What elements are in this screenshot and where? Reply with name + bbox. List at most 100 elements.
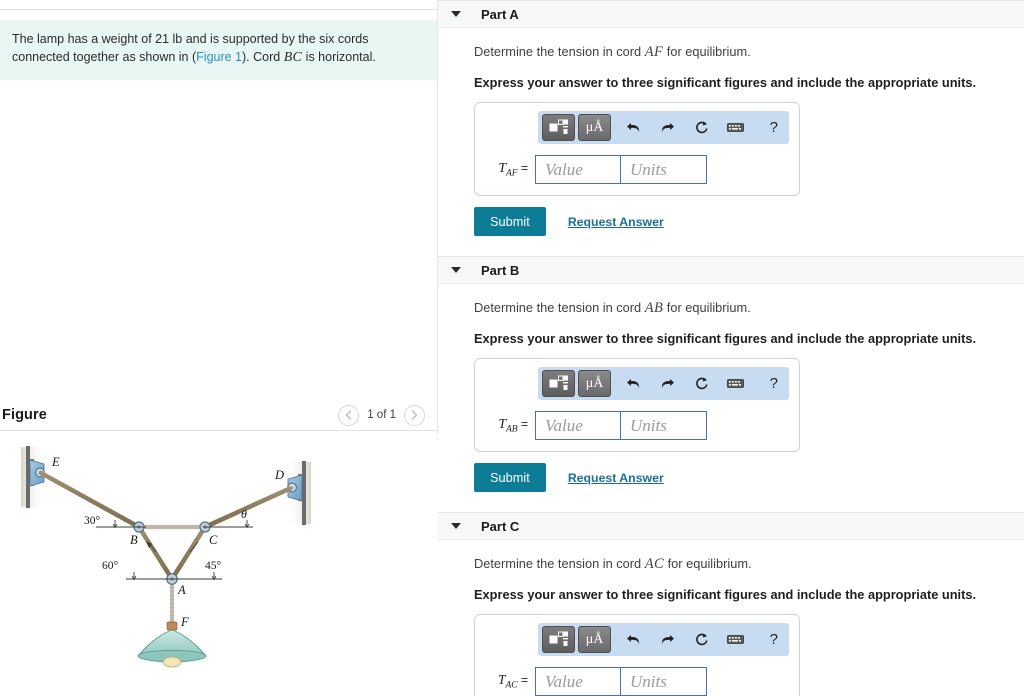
chevron-right-icon	[411, 410, 418, 420]
problem-text-part3: is horizontal.	[302, 50, 376, 65]
reset-glyph	[696, 377, 708, 390]
part-a-body: Determine the tension in cord AF for equ…	[438, 28, 1024, 236]
redo-glyph	[661, 635, 674, 644]
symbol-subscript: AF	[506, 168, 518, 179]
part-a-label: Part A	[481, 6, 519, 22]
part-b-value-input[interactable]: Value	[535, 411, 621, 440]
problem-text-part2: ). Cord	[242, 50, 284, 65]
figure-label-C: C	[209, 533, 218, 547]
part-a-request-answer-link[interactable]: Request Answer	[568, 215, 664, 229]
undo-icon[interactable]	[619, 626, 648, 653]
part-c-math-toolbar: μÅ ?	[538, 623, 789, 656]
part-b-submit-button[interactable]: Submit	[474, 463, 546, 492]
part-b-request-answer-link[interactable]: Request Answer	[568, 471, 664, 485]
prompt-suffix: for equilibrium.	[664, 556, 752, 571]
undo-icon[interactable]	[619, 370, 648, 397]
figure-angle-45: 45°	[205, 560, 222, 572]
symbol-subscript: AC	[505, 680, 518, 691]
keyboard-icon[interactable]	[721, 114, 750, 141]
part-b-answer-row: TAB = Value Units	[485, 411, 789, 440]
undo-glyph	[627, 379, 640, 388]
help-icon[interactable]: ?	[770, 119, 780, 136]
cord-bc-variable: BC	[283, 50, 303, 66]
math-template-icon[interactable]	[542, 370, 575, 397]
figure-prev-button[interactable]	[338, 404, 360, 426]
chevron-left-icon	[346, 410, 352, 420]
figure-label-F: F	[180, 615, 189, 629]
figure-page-indicator: 1 of 1	[367, 409, 396, 421]
template-glyph	[549, 375, 568, 390]
help-icon[interactable]: ?	[770, 631, 780, 648]
part-c-answer-box: μÅ ? TAC = Value Units	[474, 614, 800, 696]
part-b-cord-variable: AB	[644, 300, 664, 316]
figure-nav: 1 of 1	[338, 404, 425, 426]
part-block-b: Part B Determine the tension in cord AB …	[438, 256, 1024, 492]
help-icon[interactable]: ?	[770, 375, 780, 392]
figure-next-button[interactable]	[404, 404, 425, 426]
part-a-submit-button[interactable]: Submit	[474, 207, 546, 236]
part-b-units-input[interactable]: Units	[621, 411, 707, 440]
undo-glyph	[627, 123, 640, 132]
part-a-header[interactable]: Part A	[438, 0, 1024, 28]
part-c-answer-label: TAC =	[485, 672, 535, 691]
figure-image[interactable]: E D B C A F θ 30° 60° 45°	[0, 434, 438, 696]
part-a-submit-row: Submit Request Answer	[474, 207, 1024, 236]
figure-angle-60: 60°	[102, 560, 119, 572]
part-a-prompt: Determine the tension in cord AF for equ…	[474, 44, 1024, 61]
keyboard-icon[interactable]	[721, 370, 750, 397]
part-a-math-toolbar: μÅ ?	[538, 111, 789, 144]
math-template-icon[interactable]	[542, 114, 575, 141]
reset-icon[interactable]	[687, 114, 716, 141]
part-b-answer-label: TAB =	[485, 416, 535, 435]
figure-title: Figure	[2, 407, 47, 423]
figure-1-link[interactable]: Figure 1	[196, 50, 242, 64]
redo-icon[interactable]	[653, 626, 682, 653]
part-b-header[interactable]: Part B	[438, 256, 1024, 284]
part-b-submit-row: Submit Request Answer	[474, 463, 1024, 492]
part-b-prompt: Determine the tension in cord AB for equ…	[474, 300, 1024, 317]
symbol-subscript: AB	[506, 424, 518, 435]
figure-divider	[0, 430, 437, 431]
part-b-instruction: Express your answer to three significant…	[474, 331, 977, 346]
figure-label-theta: θ	[241, 507, 247, 521]
part-c-value-input[interactable]: Value	[535, 667, 621, 696]
redo-icon[interactable]	[653, 370, 682, 397]
chevron-down-icon[interactable]	[451, 523, 461, 529]
equals-sign: =	[520, 417, 528, 432]
part-a-answer-box: μÅ ? TAF = Value Units	[474, 102, 800, 196]
chevron-down-icon[interactable]	[451, 267, 461, 273]
part-b-answer-box: μÅ ? TAB = Value Units	[474, 358, 800, 452]
figure-label-E: E	[51, 455, 60, 469]
part-c-instruction: Express your answer to three significant…	[474, 587, 977, 602]
prompt-suffix: for equilibrium.	[663, 300, 751, 315]
part-c-answer-row: TAC = Value Units	[485, 667, 789, 696]
math-template-icon[interactable]	[542, 626, 575, 653]
undo-glyph	[627, 635, 640, 644]
undo-icon[interactable]	[619, 114, 648, 141]
reset-glyph	[696, 121, 708, 134]
part-c-units-input[interactable]: Units	[621, 667, 707, 696]
part-c-header[interactable]: Part C	[438, 512, 1024, 540]
equals-sign: =	[520, 673, 528, 688]
redo-glyph	[661, 379, 674, 388]
chevron-down-icon[interactable]	[451, 11, 461, 17]
part-a-value-input[interactable]: Value	[535, 155, 621, 184]
reset-icon[interactable]	[687, 370, 716, 397]
template-glyph	[549, 119, 568, 134]
redo-icon[interactable]	[653, 114, 682, 141]
equals-sign: =	[520, 161, 528, 176]
part-block-a: Part A Determine the tension in cord AF …	[438, 0, 1024, 236]
keyboard-icon[interactable]	[721, 626, 750, 653]
lamp-cords-diagram: E D B C A F θ 30° 60° 45°	[21, 446, 311, 668]
units-mu-angstrom-icon[interactable]: μÅ	[578, 114, 611, 141]
part-a-units-input[interactable]: Units	[621, 155, 707, 184]
prompt-suffix: for equilibrium.	[663, 44, 751, 59]
part-b-math-toolbar: μÅ ?	[538, 367, 789, 400]
units-mu-angstrom-icon[interactable]: μÅ	[578, 626, 611, 653]
symbol-T: T	[498, 160, 506, 176]
units-mu-angstrom-icon[interactable]: μÅ	[578, 370, 611, 397]
prompt-prefix: Determine the tension in cord	[474, 556, 645, 571]
part-a-instruction: Express your answer to three significant…	[474, 75, 977, 90]
reset-icon[interactable]	[687, 626, 716, 653]
part-block-c: Part C Determine the tension in cord AC …	[438, 512, 1024, 696]
